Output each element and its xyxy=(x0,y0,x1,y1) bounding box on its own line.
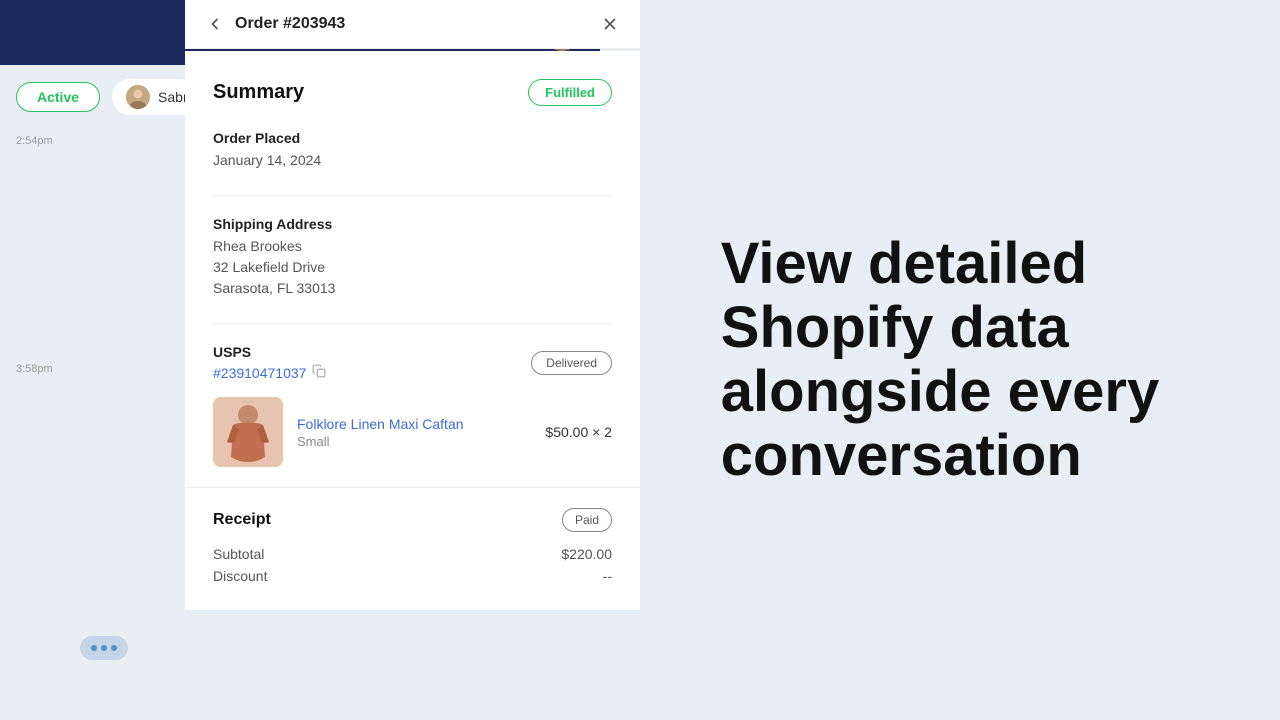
right-panel: View detailed Shopify data alongside eve… xyxy=(600,0,1280,720)
product-variant: Small xyxy=(297,434,531,449)
usps-left: USPS #23910471037 xyxy=(213,344,326,381)
divider-2 xyxy=(213,323,612,324)
delivered-badge: Delivered xyxy=(531,351,612,375)
subtotal-row: Subtotal $220.00 xyxy=(213,546,612,562)
order-placed-section: Order Placed January 14, 2024 xyxy=(213,130,612,171)
discount-value: -- xyxy=(603,568,612,584)
active-badge[interactable]: Active xyxy=(16,82,100,112)
order-content: Summary Fulfilled Order Placed January 1… xyxy=(185,51,640,487)
fulfilled-badge: Fulfilled xyxy=(528,79,612,106)
shipping-address-section: Shipping Address Rhea Brookes 32 Lakefie… xyxy=(213,216,612,299)
order-title: Order #203943 xyxy=(235,15,590,33)
tracking-row: #23910471037 xyxy=(213,364,326,381)
typing-dot-2 xyxy=(101,645,107,651)
paid-badge: Paid xyxy=(562,508,612,532)
headline-line4: conversation xyxy=(721,423,1082,488)
product-price: $50.00 × 2 xyxy=(545,424,612,440)
product-row: Folklore Linen Maxi Caftan Small $50.00 … xyxy=(213,397,612,467)
marketing-headline: View detailed Shopify data alongside eve… xyxy=(721,232,1159,487)
product-image xyxy=(213,397,283,467)
discount-label: Discount xyxy=(213,568,267,584)
order-panel: Order #203943 Summary Fulfilled Order Pl… xyxy=(185,0,640,720)
chat-time-1: 2:54pm xyxy=(16,135,53,147)
receipt-section: Receipt Paid Subtotal $220.00 Discount -… xyxy=(185,487,640,610)
typing-dot-3 xyxy=(111,645,117,651)
headline-line2: Shopify data xyxy=(721,295,1069,360)
receipt-header: Receipt Paid xyxy=(213,508,612,532)
order-date: January 14, 2024 xyxy=(213,150,612,171)
shipping-address-label: Shipping Address xyxy=(213,216,612,232)
headline-line3: alongside every xyxy=(721,359,1159,424)
summary-header: Summary Fulfilled xyxy=(213,79,612,106)
address-line3: Sarasota, FL 33013 xyxy=(213,278,612,299)
subtotal-label: Subtotal xyxy=(213,546,264,562)
carrier-label: USPS xyxy=(213,344,326,360)
left-panel: Active Sabrina B 2:54pm ⋮ 3:58pm ⋮ xyxy=(0,0,600,720)
tracking-number-link[interactable]: #23910471037 xyxy=(213,365,306,381)
product-name[interactable]: Folklore Linen Maxi Caftan xyxy=(297,416,531,432)
product-quantity: × 2 xyxy=(592,424,612,440)
order-close-button[interactable] xyxy=(600,14,620,34)
discount-row: Discount -- xyxy=(213,568,612,584)
typing-area xyxy=(80,636,128,660)
receipt-title: Receipt xyxy=(213,511,271,529)
product-price-value: $50.00 xyxy=(545,424,588,440)
summary-title: Summary xyxy=(213,81,304,104)
chat-time-2: 3:58pm xyxy=(16,363,53,375)
order-back-button[interactable] xyxy=(205,14,225,34)
address-line1: Rhea Brookes xyxy=(213,236,612,257)
order-placed-label: Order Placed xyxy=(213,130,612,146)
copy-icon[interactable] xyxy=(312,364,326,381)
usps-row: USPS #23910471037 Delivered xyxy=(213,344,612,381)
divider-1 xyxy=(213,195,612,196)
subtotal-value: $220.00 xyxy=(561,546,612,562)
product-info: Folklore Linen Maxi Caftan Small xyxy=(297,416,531,449)
headline-line1: View detailed xyxy=(721,231,1087,296)
order-header: Order #203943 xyxy=(185,0,640,49)
address-line2: 32 Lakefield Drive xyxy=(213,257,612,278)
typing-dot-1 xyxy=(91,645,97,651)
